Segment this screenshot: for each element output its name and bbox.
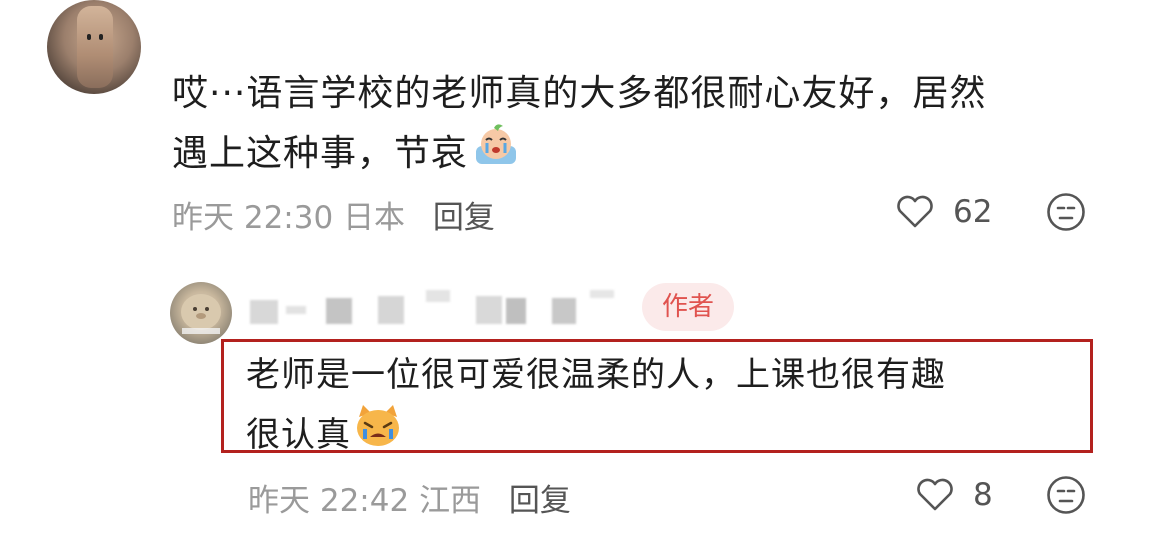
reply-text: 老师是一位很可爱很温柔的人，上课也很有趣 很认真: [246, 347, 1086, 466]
crying-emoji-icon: [472, 122, 520, 185]
comment-like-button[interactable]: 62: [895, 194, 992, 230]
reply-line-1: 老师是一位很可爱很温柔的人，上课也很有趣: [246, 355, 946, 395]
comment-line-1: 哎···语言学校的老师真的大多都很耐心友好，居然: [172, 73, 987, 114]
comment-text: 哎···语言学校的老师真的大多都很耐心友好，居然 遇上这种事，节哀: [172, 66, 1122, 185]
comment-reply-button[interactable]: 回复: [433, 200, 495, 236]
avatar-eye: [99, 34, 103, 40]
comment-line-2: 遇上这种事，节哀: [172, 132, 469, 174]
comment-meta: 昨天 22:30 日本 回复: [172, 192, 495, 237]
crying-cat-emoji-icon: [353, 403, 403, 466]
author-name-blurred[interactable]: [250, 290, 630, 326]
heart-icon: [897, 195, 933, 228]
reply-location: 江西: [419, 483, 482, 519]
avatar-figure: [77, 6, 113, 88]
comment-location: 日本: [343, 200, 406, 236]
heart-icon: [917, 478, 953, 511]
reply-like-count: 8: [973, 477, 993, 513]
dislike-face-icon[interactable]: [1046, 475, 1086, 515]
commenter-avatar[interactable]: [47, 0, 141, 94]
reply-time: 昨天 22:42: [248, 483, 410, 519]
dislike-face-icon[interactable]: [1046, 192, 1086, 232]
reply-line-2: 很认真: [246, 414, 351, 455]
author-badge: 作者: [642, 283, 734, 331]
reply-meta: 昨天 22:42 江西 回复: [248, 475, 571, 520]
avatar-eye: [87, 34, 91, 40]
author-avatar[interactable]: [170, 282, 232, 344]
comment-like-count: 62: [953, 194, 993, 230]
reply-like-button[interactable]: 8: [915, 477, 993, 513]
reply-reply-button[interactable]: 回复: [509, 483, 571, 519]
comment-time: 昨天 22:30: [172, 200, 334, 236]
